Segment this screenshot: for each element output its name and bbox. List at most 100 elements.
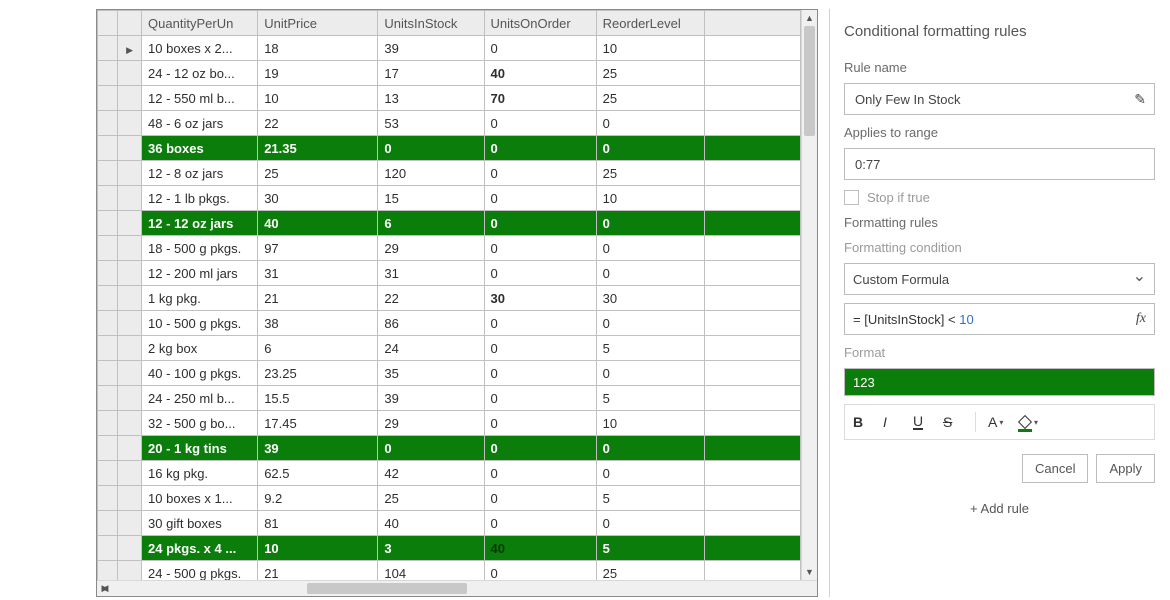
- row-header[interactable]: [118, 561, 142, 581]
- cell[interactable]: 0: [484, 511, 596, 536]
- cell[interactable]: 40: [258, 211, 378, 236]
- cell[interactable]: 0: [484, 161, 596, 186]
- cell[interactable]: 39: [258, 436, 378, 461]
- cell[interactable]: 48 - 6 oz jars: [142, 111, 258, 136]
- table-row[interactable]: 20 - 1 kg tins39000: [98, 436, 801, 461]
- scroll-down-icon[interactable]: ▼: [802, 564, 817, 580]
- cell[interactable]: 30: [596, 286, 704, 311]
- table-row[interactable]: 24 - 250 ml b...15.53905: [98, 386, 801, 411]
- cell[interactable]: 25: [596, 161, 704, 186]
- cell[interactable]: 86: [378, 311, 484, 336]
- italic-button[interactable]: I: [883, 414, 903, 430]
- scroll-thumb-h[interactable]: [307, 583, 467, 594]
- add-rule-button[interactable]: + Add rule: [844, 501, 1155, 516]
- table-row[interactable]: 12 - 200 ml jars313100: [98, 261, 801, 286]
- table-row[interactable]: 24 pkgs. x 4 ...103405: [98, 536, 801, 561]
- cell[interactable]: 25: [596, 561, 704, 581]
- cell[interactable]: 40: [378, 511, 484, 536]
- cell[interactable]: 29: [378, 411, 484, 436]
- formula-input-row[interactable]: = [UnitsInStock] < 10 fx: [844, 303, 1155, 335]
- cell[interactable]: 53: [378, 111, 484, 136]
- cell[interactable]: 0: [484, 336, 596, 361]
- cell[interactable]: 6: [378, 211, 484, 236]
- cell[interactable]: 10: [596, 186, 704, 211]
- cell[interactable]: 30 gift boxes: [142, 511, 258, 536]
- row-header[interactable]: [118, 136, 142, 161]
- cell[interactable]: 10: [596, 36, 704, 61]
- vertical-scrollbar[interactable]: ▲ ▼: [801, 10, 817, 580]
- cell[interactable]: 0: [484, 311, 596, 336]
- stop-if-true-row[interactable]: Stop if true: [844, 190, 1155, 205]
- row-header[interactable]: [118, 511, 142, 536]
- cell[interactable]: 23.25: [258, 361, 378, 386]
- table-row[interactable]: 24 - 12 oz bo...19174025: [98, 61, 801, 86]
- cell[interactable]: 12 - 1 lb pkgs.: [142, 186, 258, 211]
- cell[interactable]: 0: [596, 261, 704, 286]
- cell[interactable]: 35: [378, 361, 484, 386]
- row-header[interactable]: [118, 536, 142, 561]
- row-header[interactable]: [118, 486, 142, 511]
- table-row[interactable]: 24 - 500 g pkgs.21104025: [98, 561, 801, 581]
- table-row[interactable]: 16 kg pkg.62.54200: [98, 461, 801, 486]
- cell[interactable]: 17: [378, 61, 484, 86]
- stop-if-true-checkbox[interactable]: [844, 190, 859, 205]
- cell[interactable]: 21: [258, 286, 378, 311]
- cancel-button[interactable]: Cancel: [1022, 454, 1088, 483]
- cell[interactable]: 24: [378, 336, 484, 361]
- table-row[interactable]: 10 - 500 g pkgs.388600: [98, 311, 801, 336]
- cell[interactable]: 1 kg pkg.: [142, 286, 258, 311]
- cell[interactable]: 0: [596, 361, 704, 386]
- cell[interactable]: 24 - 12 oz bo...: [142, 61, 258, 86]
- cell[interactable]: 40: [484, 536, 596, 561]
- cell[interactable]: 62.5: [258, 461, 378, 486]
- cell[interactable]: 30: [258, 186, 378, 211]
- cell[interactable]: 18: [258, 36, 378, 61]
- cell[interactable]: 0: [596, 211, 704, 236]
- cell[interactable]: 42: [378, 461, 484, 486]
- row-header[interactable]: [118, 211, 142, 236]
- row-header[interactable]: [118, 161, 142, 186]
- cell[interactable]: 0: [596, 311, 704, 336]
- cell[interactable]: 10 boxes x 1...: [142, 486, 258, 511]
- table-row[interactable]: 10 boxes x 1...9.22505: [98, 486, 801, 511]
- table-row[interactable]: 48 - 6 oz jars225300: [98, 111, 801, 136]
- table-row[interactable]: 12 - 1 lb pkgs.3015010: [98, 186, 801, 211]
- fill-color-button[interactable]: ▾: [1018, 415, 1038, 429]
- cell[interactable]: 0: [484, 361, 596, 386]
- cell[interactable]: 25: [378, 486, 484, 511]
- cell[interactable]: 2 kg box: [142, 336, 258, 361]
- table-row[interactable]: 12 - 8 oz jars25120025: [98, 161, 801, 186]
- bold-button[interactable]: B: [853, 414, 873, 430]
- row-header[interactable]: [118, 286, 142, 311]
- cell[interactable]: 10 boxes x 2...: [142, 36, 258, 61]
- underline-button[interactable]: U: [913, 414, 933, 430]
- cell[interactable]: 22: [378, 286, 484, 311]
- cell[interactable]: 31: [258, 261, 378, 286]
- cell[interactable]: 15.5: [258, 386, 378, 411]
- cell[interactable]: 0: [484, 186, 596, 211]
- cell[interactable]: 39: [378, 36, 484, 61]
- data-grid[interactable]: QuantityPerUn UnitPrice UnitsInStock Uni…: [97, 10, 801, 580]
- cell[interactable]: 0: [596, 236, 704, 261]
- apply-button[interactable]: Apply: [1096, 454, 1155, 483]
- row-header[interactable]: [118, 261, 142, 286]
- cell[interactable]: 0: [484, 261, 596, 286]
- cell[interactable]: 0: [596, 111, 704, 136]
- cell[interactable]: 20 - 1 kg tins: [142, 436, 258, 461]
- formula-input[interactable]: = [UnitsInStock] < 10: [853, 312, 1136, 327]
- row-header[interactable]: [118, 411, 142, 436]
- grid-viewport[interactable]: QuantityPerUn UnitPrice UnitsInStock Uni…: [97, 10, 801, 580]
- table-row[interactable]: 12 - 550 ml b...10137025: [98, 86, 801, 111]
- cell[interactable]: 19: [258, 61, 378, 86]
- cell[interactable]: 32 - 500 g bo...: [142, 411, 258, 436]
- row-header[interactable]: [118, 186, 142, 211]
- cell[interactable]: 0: [484, 411, 596, 436]
- cell[interactable]: 97: [258, 236, 378, 261]
- cell[interactable]: 10: [596, 411, 704, 436]
- cell[interactable]: 120: [378, 161, 484, 186]
- cell[interactable]: 39: [378, 386, 484, 411]
- row-header[interactable]: [118, 386, 142, 411]
- scroll-right-icon[interactable]: ▶: [97, 581, 113, 596]
- cell[interactable]: 13: [378, 86, 484, 111]
- table-row[interactable]: ▶10 boxes x 2...1839010: [98, 36, 801, 61]
